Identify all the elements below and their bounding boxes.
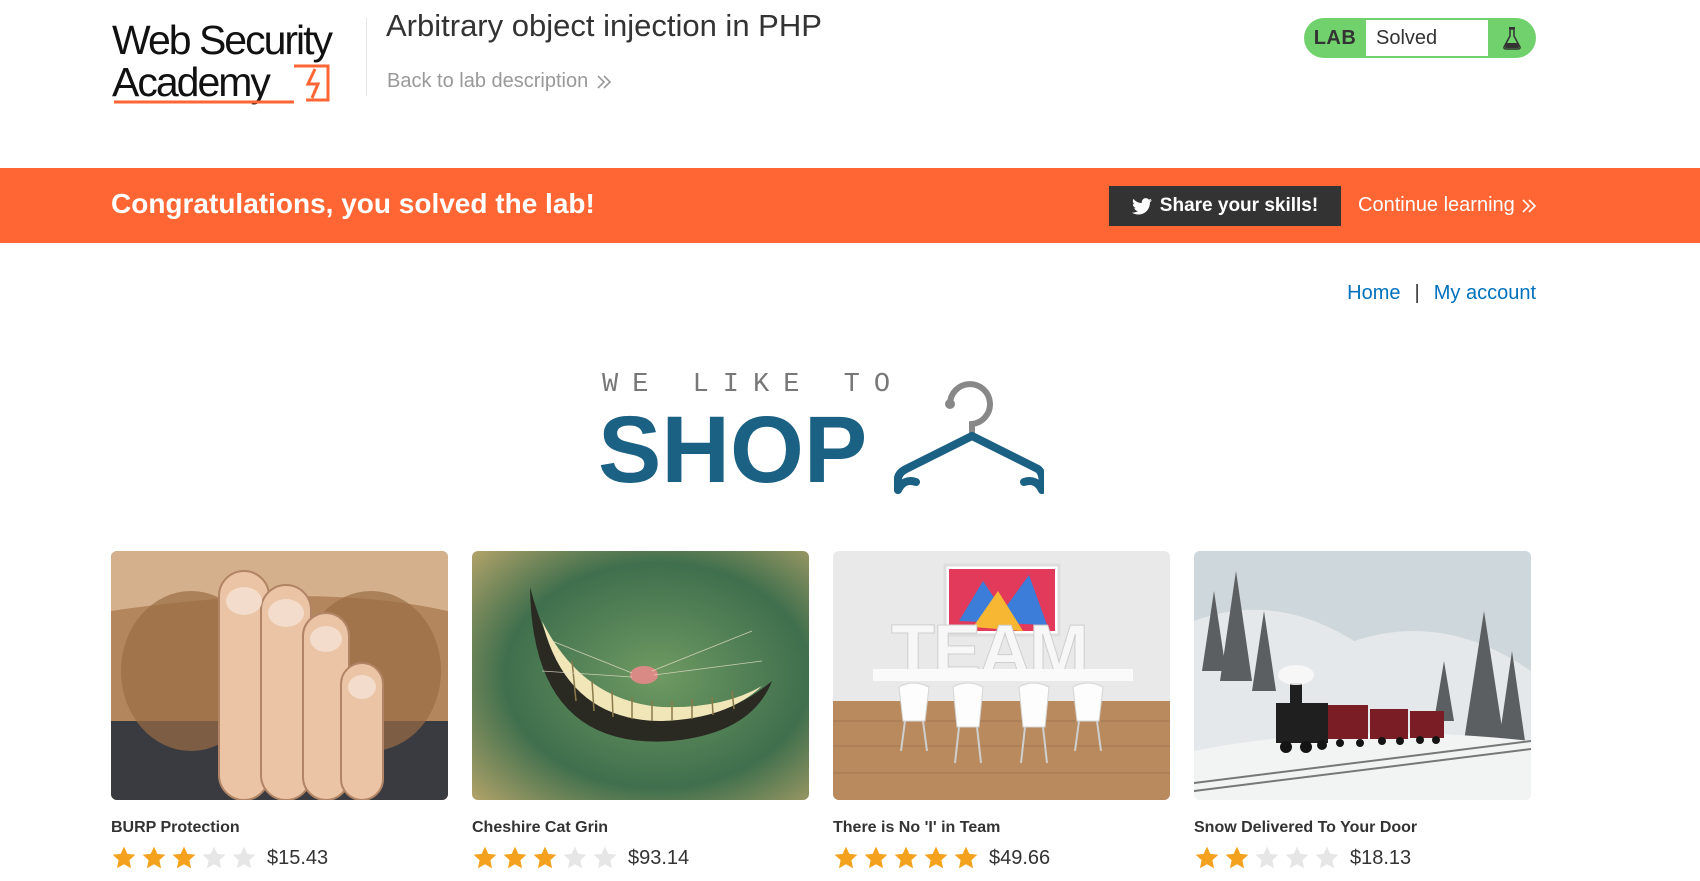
star-empty-icon	[202, 846, 226, 869]
solved-message: Congratulations, you solved the lab!	[111, 188, 595, 219]
product-grid: BURP Protection $15.43 Cheshire Cat Grin…	[111, 551, 1541, 881]
product-name: Cheshire Cat Grin	[472, 819, 609, 836]
star-filled-icon	[112, 846, 136, 869]
share-skills-button[interactable]: Share your skills!	[1109, 186, 1341, 226]
top-nav: Home | My account	[1347, 282, 1536, 305]
lab-status-widget: LAB Solved	[1304, 18, 1536, 58]
star-empty-icon	[563, 846, 587, 869]
continue-learning-link[interactable]: Continue learning	[1358, 194, 1537, 217]
star-filled-icon	[473, 846, 497, 869]
logo-line2: Academy	[112, 59, 271, 105]
clothes-hanger-icon	[894, 381, 1044, 494]
product-name: Snow Delivered To Your Door	[1194, 819, 1418, 836]
star-filled-icon	[924, 846, 948, 869]
star-empty-icon	[232, 846, 256, 869]
bearded-man-hand-over-mouth-image[interactable]	[111, 551, 448, 800]
logo-line1: Web Security	[112, 17, 334, 63]
star-empty-icon	[1285, 846, 1309, 869]
double-chevron-right-icon	[1522, 198, 1536, 213]
twitter-icon	[1131, 197, 1152, 214]
product-rating: $18.13	[1194, 845, 1411, 871]
lab-badge: LAB	[1313, 26, 1357, 49]
star-filled-icon	[864, 846, 888, 869]
lab-title: Arbitrary object injection in PHP	[386, 8, 822, 43]
shop-word: SHOP	[598, 397, 868, 503]
product-card[interactable]: TEAM There is No 'I' in Team $49.66	[833, 551, 1170, 869]
product-rating: $15.43	[111, 845, 328, 871]
double-chevron-right-icon	[597, 74, 612, 89]
star-filled-icon	[834, 846, 858, 869]
flask-icon	[1488, 26, 1536, 50]
product-card[interactable]: Cheshire Cat Grin $93.14	[472, 551, 809, 869]
product-price: $49.66	[989, 846, 1051, 869]
rating-stars	[833, 845, 979, 871]
star-empty-icon	[1315, 846, 1339, 869]
rating-stars	[111, 845, 257, 871]
product-rating: $49.66	[833, 845, 1050, 871]
star-filled-icon	[954, 846, 978, 869]
back-to-lab-description-link[interactable]: Back to lab description	[387, 70, 612, 93]
continue-learning-label: Continue learning	[1358, 194, 1515, 216]
star-filled-icon	[503, 846, 527, 869]
star-filled-icon	[1225, 846, 1249, 869]
product-name: There is No 'I' in Team	[833, 819, 1001, 836]
star-empty-icon	[1255, 846, 1279, 869]
nav-separator: |	[1414, 282, 1420, 304]
rating-stars	[472, 845, 618, 871]
share-button-label: Share your skills!	[1159, 195, 1319, 216]
star-filled-icon	[172, 846, 196, 869]
star-empty-icon	[593, 846, 617, 869]
lab-status-text: Solved	[1366, 20, 1488, 56]
home-link[interactable]: Home	[1347, 282, 1400, 305]
team-letters-meeting-room-image[interactable]: TEAM	[833, 551, 1170, 800]
academy-header: Web Security Academy Arbitrary object in…	[0, 0, 1700, 168]
star-filled-icon	[533, 846, 557, 869]
product-price: $15.43	[267, 846, 329, 869]
header-divider	[366, 18, 367, 96]
product-card[interactable]: Snow Delivered To Your Door $18.13	[1194, 551, 1531, 869]
shop-logo: WE LIKE TO SHOP	[598, 366, 1046, 503]
product-rating: $93.14	[472, 845, 689, 871]
steam-train-snow-image[interactable]	[1194, 551, 1531, 800]
rating-stars	[1194, 845, 1340, 871]
back-link-label: Back to lab description	[387, 70, 589, 92]
star-filled-icon	[894, 846, 918, 869]
product-price: $93.14	[628, 846, 690, 869]
product-price: $18.13	[1350, 846, 1412, 869]
web-security-academy-logo[interactable]: Web Security Academy	[112, 14, 364, 106]
product-name: BURP Protection	[111, 819, 240, 836]
cheshire-cat-grin-image[interactable]	[472, 551, 809, 800]
my-account-link[interactable]: My account	[1434, 282, 1536, 305]
star-filled-icon	[1195, 846, 1219, 869]
star-filled-icon	[142, 846, 166, 869]
product-card[interactable]: BURP Protection $15.43	[111, 551, 448, 869]
